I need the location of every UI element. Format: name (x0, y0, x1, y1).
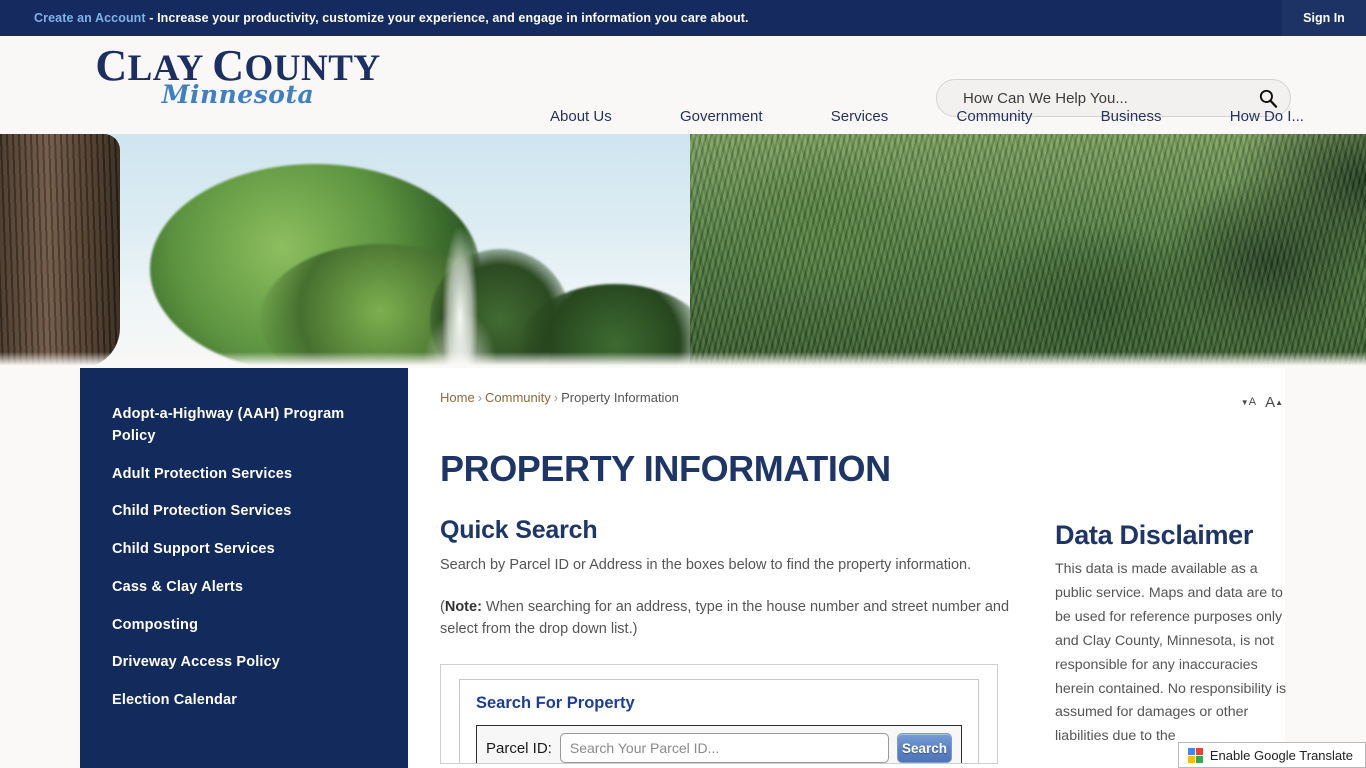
sidebar-item-adult-protection-services[interactable]: Adult Protection Services (80, 456, 408, 494)
parcel-id-input[interactable] (559, 733, 889, 764)
sidebar-item-composting[interactable]: Composting (80, 607, 408, 645)
site-logo[interactable]: CLAY COUNTY Minnesota (88, 44, 388, 122)
caret-up-icon: ▲ (1275, 397, 1283, 407)
sidebar-navigation: Adopt-a-Highway (AAH) Program Policy Adu… (80, 368, 408, 768)
parcel-id-field-row: Parcel ID: Search (476, 725, 962, 764)
caret-down-icon: ▼ (1240, 397, 1249, 407)
nav-item-about-us[interactable]: About Us (548, 104, 614, 129)
sidebar-item-adopt-a-highway[interactable]: Adopt-a-Highway (AAH) Program Policy (80, 396, 408, 456)
search-panel-inner: Search For Property Parcel ID: Search (459, 679, 979, 764)
main-content: Home › Community › Property Information ▼ A A… (408, 368, 1295, 768)
hero-banner-image (0, 134, 1366, 368)
enable-google-translate-button[interactable]: Enable Google Translate (1177, 742, 1366, 768)
nav-item-business[interactable]: Business (1099, 104, 1164, 129)
breadcrumb-separator-2: › (553, 390, 559, 405)
page-body: Adopt-a-Highway (AAH) Program Policy Adu… (0, 368, 1366, 768)
masthead: CLAY COUNTY Minnesota About Us Governmen… (0, 36, 1366, 134)
increase-font-letter: A (1265, 394, 1276, 411)
sidebar-item-child-support-services[interactable]: Child Support Services (80, 531, 408, 569)
breadcrumb-current: Property Information (561, 390, 679, 405)
search-panel-title: Search For Property (476, 694, 635, 713)
sidebar-item-child-protection-services[interactable]: Child Protection Services (80, 493, 408, 531)
nav-item-services[interactable]: Services (829, 104, 891, 129)
nav-item-how-do-i[interactable]: How Do I... (1228, 104, 1306, 129)
font-size-controls: ▼ A A ▲ (1241, 395, 1283, 410)
note-label: Note: (444, 598, 482, 615)
nav-item-government[interactable]: Government (678, 104, 765, 129)
sidebar-item-driveway-access-policy[interactable]: Driveway Access Policy (80, 644, 408, 682)
google-translate-label: Enable Google Translate (1209, 747, 1353, 763)
hero-fountain-spray (395, 136, 525, 368)
sidebar-item-cass-clay-alerts[interactable]: Cass & Clay Alerts (80, 569, 408, 607)
hero-bottom-fade (0, 352, 1366, 368)
breadcrumb-home[interactable]: Home (440, 390, 475, 405)
page-title: PROPERTY INFORMATION (440, 448, 891, 489)
sidebar-item-election-calendar[interactable]: Election Calendar (80, 682, 408, 720)
google-logo-icon (1187, 747, 1203, 763)
account-bar-message: Create an Account - Increase your produc… (34, 11, 749, 25)
note-body: When searching for an address, type in t… (440, 598, 1010, 637)
nav-item-community[interactable]: Community (955, 104, 1035, 129)
main-navigation: About Us Government Services Community B… (548, 98, 1306, 134)
decrease-font-letter: A (1248, 396, 1257, 408)
hero-tree-trunk (0, 134, 120, 368)
right-content-column: Data Disclaimer This data is made availa… (1055, 516, 1295, 764)
quick-search-note: (Note: When searching for an address, ty… (440, 597, 1020, 641)
hero-willow-foliage (690, 134, 1366, 368)
left-content-column: Quick Search Search by Parcel ID or Addr… (440, 516, 1020, 765)
increase-font-size-button[interactable]: A ▲ (1265, 395, 1283, 410)
account-bar-text: - Increase your productivity, customize … (145, 11, 749, 25)
decrease-font-size-button[interactable]: ▼ A (1241, 397, 1256, 408)
breadcrumb-community[interactable]: Community (485, 390, 551, 405)
breadcrumb: Home › Community › Property Information (440, 390, 679, 405)
sign-in-button[interactable]: Sign In (1282, 0, 1366, 36)
content-columns: Quick Search Search by Parcel ID or Addr… (440, 516, 1295, 765)
account-bar: Create an Account - Increase your produc… (0, 0, 1366, 36)
parcel-id-label: Parcel ID: (486, 739, 552, 757)
search-for-property-panel: Search For Property Parcel ID: Search (440, 664, 998, 765)
quick-search-description: Search by Parcel ID or Address in the bo… (440, 557, 972, 573)
breadcrumb-separator-1: › (477, 390, 483, 405)
breadcrumb-row: Home › Community › Property Information ▼ A A… (440, 390, 1295, 410)
quick-search-heading: Quick Search (440, 516, 598, 544)
data-disclaimer-heading: Data Disclaimer (1055, 520, 1254, 550)
create-account-link[interactable]: Create an Account (34, 11, 146, 25)
data-disclaimer-body: This data is made available as a public … (1055, 561, 1287, 745)
content-card: Adopt-a-Highway (AAH) Program Policy Adu… (80, 368, 1286, 768)
parcel-search-button[interactable]: Search (897, 733, 952, 764)
